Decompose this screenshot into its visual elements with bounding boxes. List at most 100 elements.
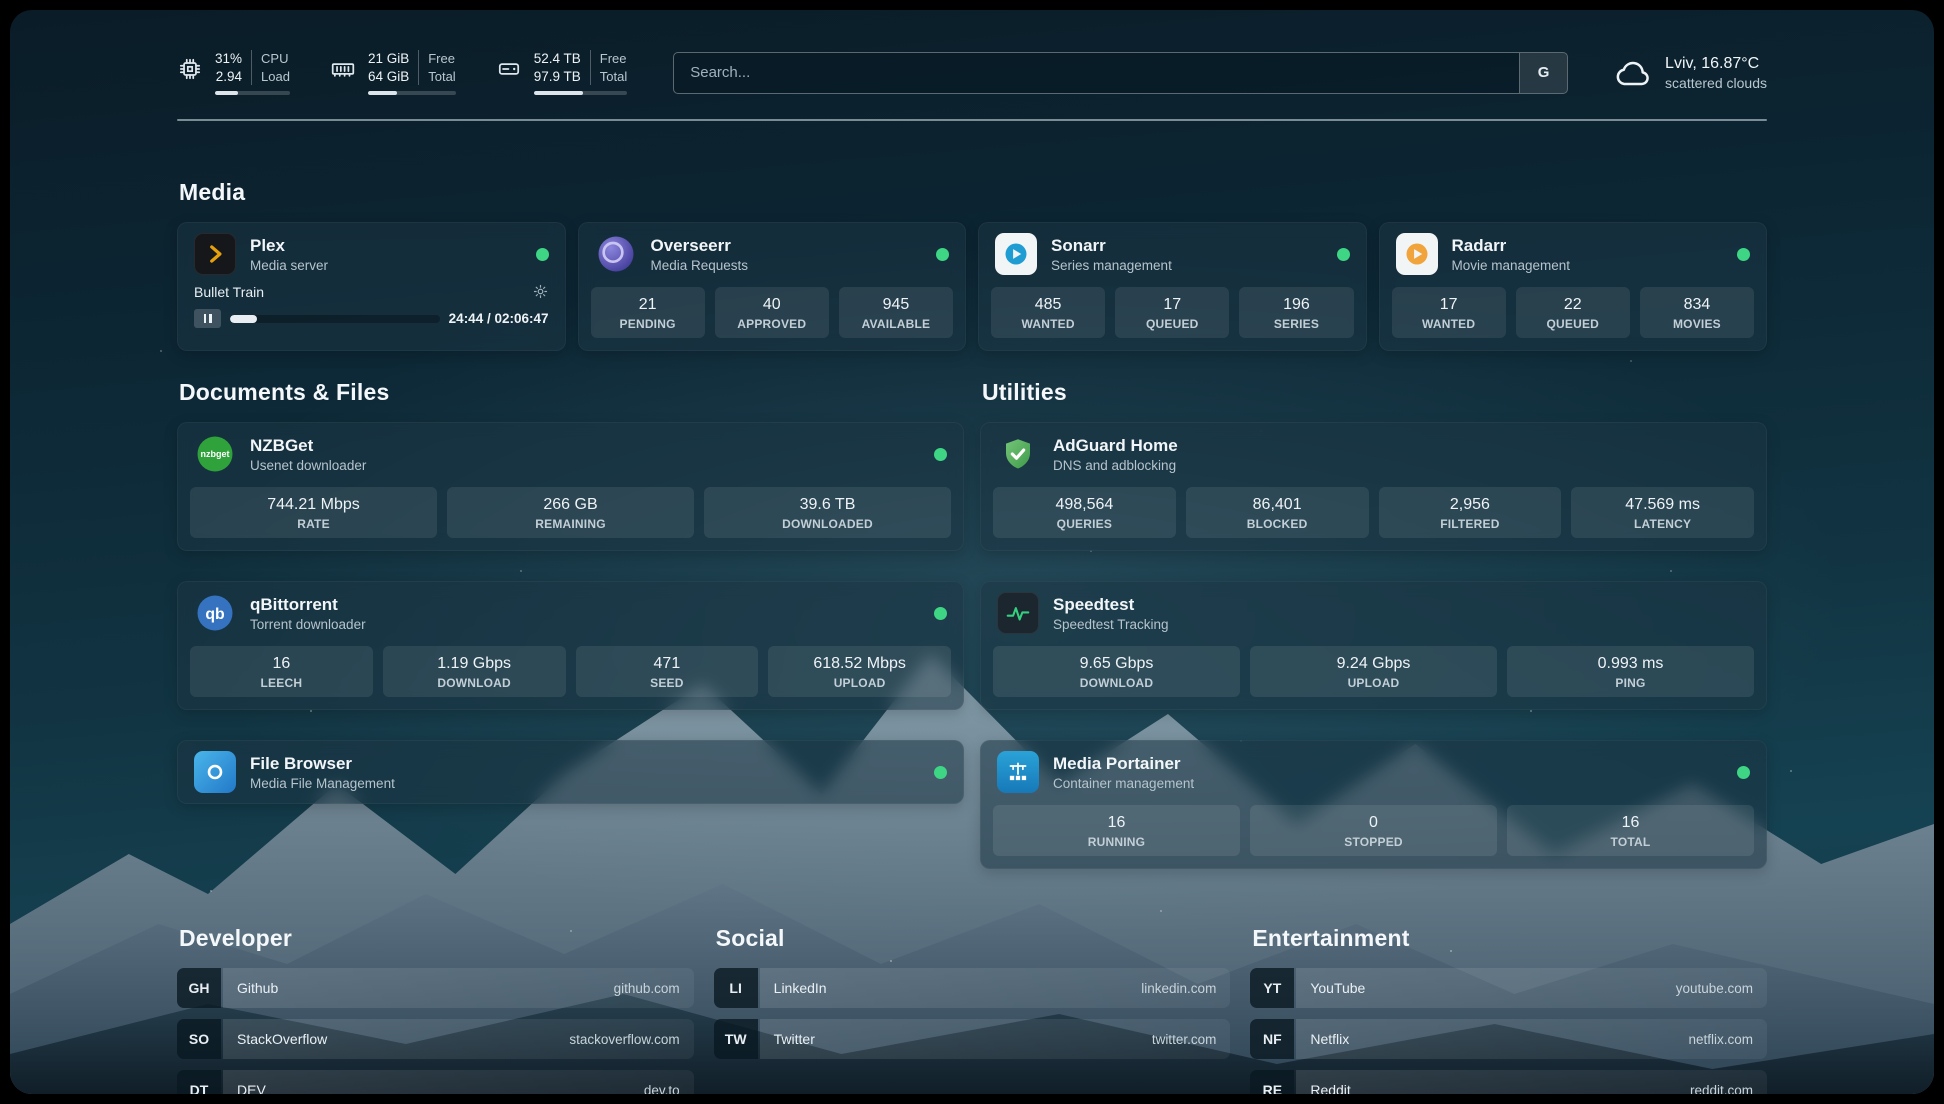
bookmark-name: Github [237,980,278,996]
stat-label: QUEUED [1121,317,1223,331]
cpu-widget: 31% 2.94 CPU Load [177,50,290,95]
app-subtitle: Media Requests [651,257,749,274]
section-title-documents: Documents & Files [179,379,964,406]
radarr-icon [1396,233,1438,275]
stat-box: 744.21 Mbps RATE [190,487,437,538]
app-subtitle: Movie management [1452,257,1571,274]
search-engine-button[interactable]: G [1519,53,1567,93]
playback-progress-bar[interactable] [230,315,440,323]
stat-value: 0.993 ms [1513,654,1748,674]
stat-value: 945 [845,295,947,315]
bookmark-name: Twitter [774,1031,815,1047]
app-card-sonarr[interactable]: Sonarr Series management 485 WANTED [978,222,1367,351]
disk-total: 97.9 TB [534,68,581,85]
dashboard: 31% 2.94 CPU Load [10,10,1934,1094]
bookmark-url: netflix.com [1688,1032,1753,1047]
app-card-filebrowser[interactable]: File Browser Media File Management [177,740,964,804]
divider [251,50,252,85]
stat-label: STOPPED [1256,835,1491,849]
qbittorrent-icon: qb [194,592,236,634]
disk-icon [496,50,522,82]
stat-box: 0 STOPPED [1250,805,1497,856]
stat-label: AVAILABLE [845,317,947,331]
app-card-adguard[interactable]: AdGuard Home DNS and adblocking 498,564 … [980,422,1767,551]
stat-box: 9.65 Gbps DOWNLOAD [993,646,1240,697]
bookmark-youtube[interactable]: YT YouTube youtube.com [1250,968,1767,1008]
pause-button[interactable] [194,309,221,328]
stat-box: 498,564 QUERIES [993,487,1176,538]
bookmark-linkedin[interactable]: LI LinkedIn linkedin.com [714,968,1231,1008]
cpu-progress-fill [215,91,238,95]
bookmark-github[interactable]: GH Github github.com [177,968,694,1008]
divider [418,50,419,85]
weather-location: Lviv, 16.87°C [1665,54,1767,74]
stat-box: 485 WANTED [991,287,1105,338]
app-name: NZBGet [250,435,366,456]
stat-value: 266 GB [453,495,688,515]
section-title-entertainment: Entertainment [1252,925,1767,952]
status-dot [1737,766,1750,779]
app-card-speedtest[interactable]: Speedtest Speedtest Tracking 9.65 Gbps D… [980,581,1767,710]
bookmark-name: Reddit [1310,1082,1350,1094]
bookmark-twitter[interactable]: TW Twitter twitter.com [714,1019,1231,1059]
stat-value: 2,956 [1385,495,1556,515]
stat-value: 21 [597,295,699,315]
stat-value: 16 [196,654,367,674]
cloud-icon [1614,58,1652,88]
section-documents: Documents & Files nzbget NZBGet [177,379,964,869]
playback-progress-fill [230,315,257,323]
bookmark-dev[interactable]: DT DEV dev.to [177,1070,694,1094]
status-dot [934,448,947,461]
app-subtitle: Series management [1051,257,1172,274]
stat-label: LEECH [196,676,367,690]
ram-progress-fill [368,91,397,95]
search-bar: G [673,52,1568,94]
stat-box: 16 RUNNING [993,805,1240,856]
stat-label: RUNNING [999,835,1234,849]
topbar-divider [177,119,1767,121]
app-card-portainer[interactable]: Media Portainer Container management 16 … [980,740,1767,869]
stat-value: 834 [1646,295,1748,315]
weather-condition: scattered clouds [1665,74,1767,92]
stat-box: 2,956 FILTERED [1379,487,1562,538]
bookmark-reddit[interactable]: RE Reddit reddit.com [1250,1070,1767,1094]
stat-label: APPROVED [721,317,823,331]
bookmark-stackoverflow[interactable]: SO StackOverflow stackoverflow.com [177,1019,694,1059]
playback-time: 24:44 / 02:06:47 [449,311,549,326]
gear-icon[interactable] [532,283,549,300]
app-name: Sonarr [1051,235,1172,256]
weather-widget[interactable]: Lviv, 16.87°C scattered clouds [1614,54,1767,92]
stat-label: DOWNLOAD [999,676,1234,690]
stat-value: 47.569 ms [1577,495,1748,515]
app-card-nzbget[interactable]: nzbget NZBGet Usenet downloader 74 [177,422,964,551]
stat-value: 618.52 Mbps [774,654,945,674]
portainer-icon [997,751,1039,793]
stat-label: WANTED [997,317,1099,331]
bookmark-netflix[interactable]: NF Netflix netflix.com [1250,1019,1767,1059]
disk-readout: 52.4 TB 97.9 TB Free Total [534,50,628,95]
section-entertainment: Entertainment YT YouTube youtube.com NF … [1250,925,1767,1094]
stat-box: 40 APPROVED [715,287,829,338]
section-title-social: Social [716,925,1231,952]
app-card-qbittorrent[interactable]: qb qBittorrent Torrent downloader [177,581,964,710]
app-card-plex[interactable]: Plex Media server Bullet Train [177,222,566,351]
bookmark-name: LinkedIn [774,980,827,996]
stat-box: 9.24 Gbps UPLOAD [1250,646,1497,697]
stat-label: LATENCY [1577,517,1748,531]
status-dot [934,607,947,620]
disk-free-label: Free [600,50,627,67]
stat-label: QUERIES [999,517,1170,531]
search-input[interactable] [674,53,1519,93]
app-card-radarr[interactable]: Radarr Movie management 17 WANTED 2 [1379,222,1768,351]
app-subtitle: Usenet downloader [250,457,366,474]
app-card-overseerr[interactable]: Overseerr Media Requests 21 PENDING [578,222,967,351]
stat-box: 16 LEECH [190,646,373,697]
stat-label: SERIES [1245,317,1347,331]
ram-total-label: Total [428,68,455,85]
disk-progress-bar [534,91,628,95]
sonarr-icon [995,233,1037,275]
stat-box: 196 SERIES [1239,287,1353,338]
section-media: Media Plex Media server [177,179,1767,351]
bookmark-url: linkedin.com [1141,981,1216,996]
bookmark-url: dev.to [644,1083,680,1095]
